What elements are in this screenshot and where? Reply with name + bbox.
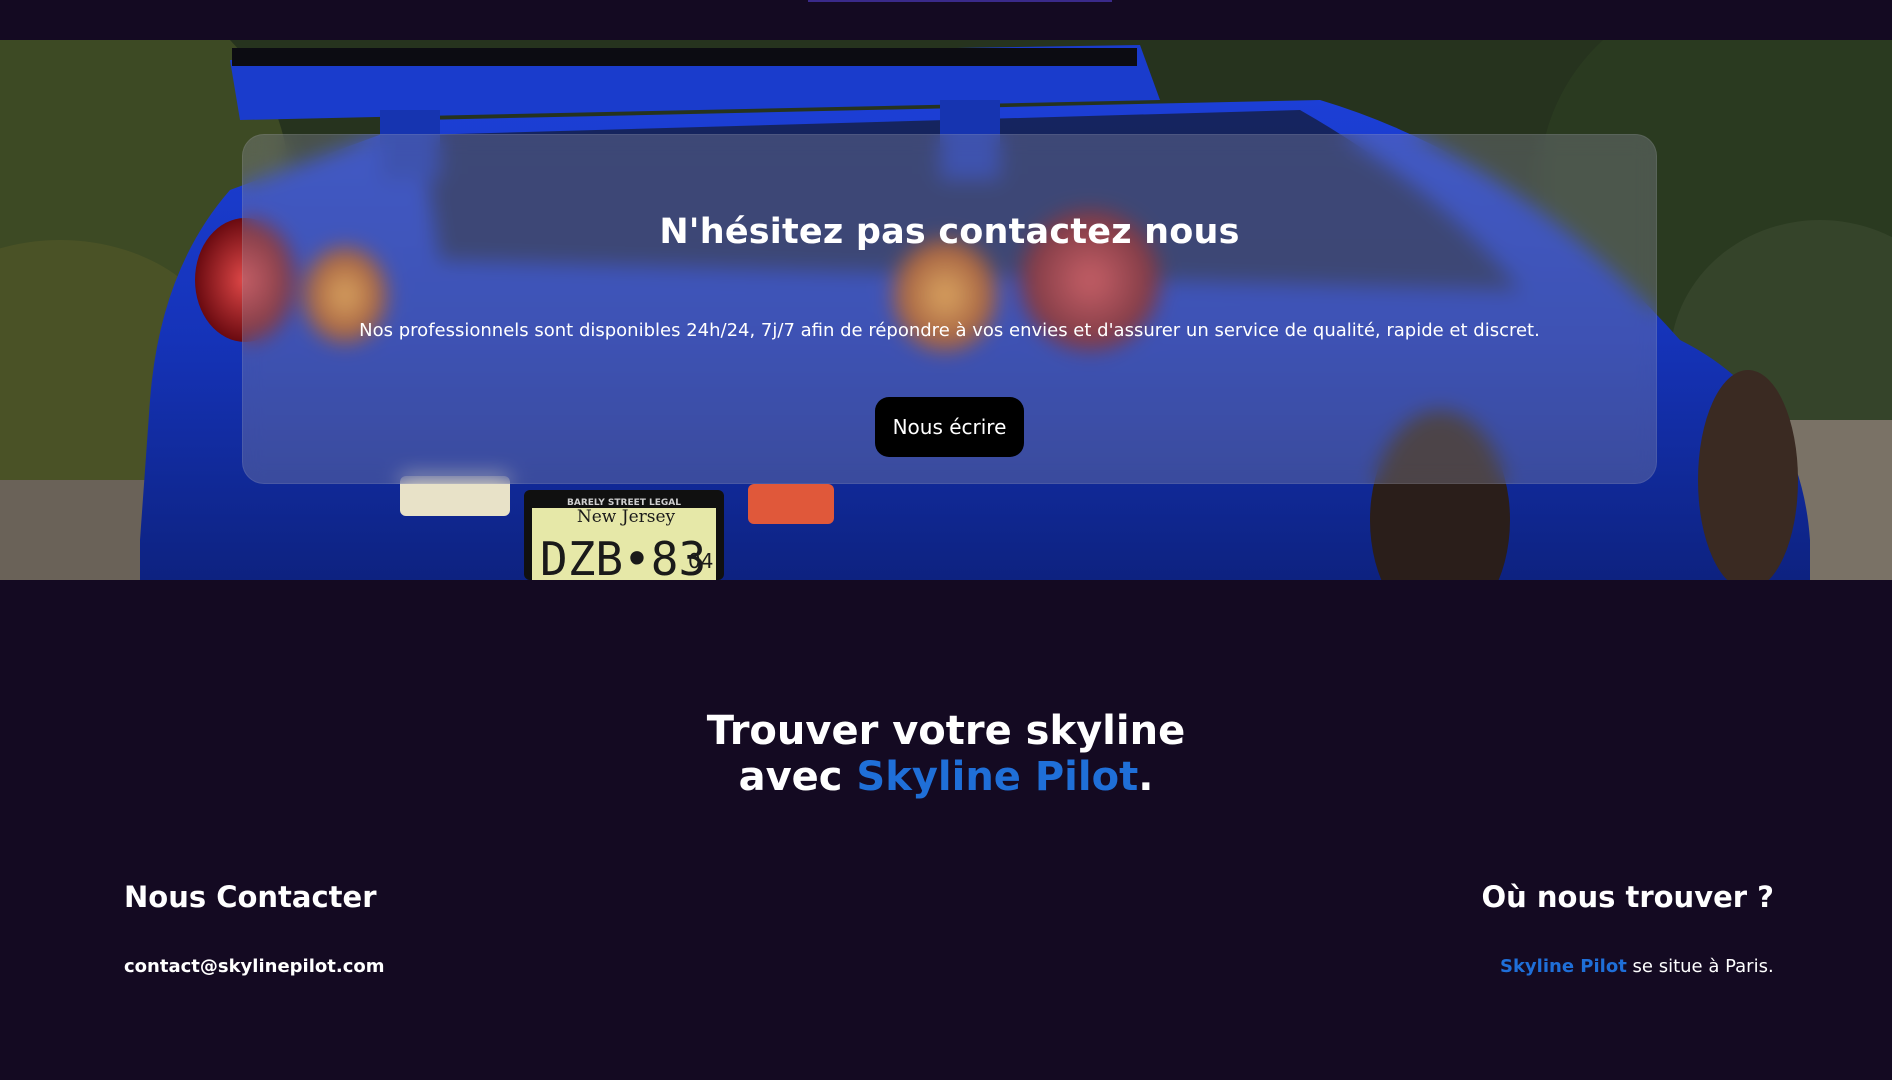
contact-email-link[interactable]: contact@skylinepilot.com bbox=[124, 956, 384, 977]
hero-description: Nos professionnels sont disponibles 24h/… bbox=[359, 320, 1540, 341]
slogan-line2-prefix: avec bbox=[738, 754, 857, 800]
write-us-button[interactable]: Nous écrire bbox=[875, 397, 1024, 457]
plate-state: New Jersey bbox=[577, 507, 676, 527]
location-suffix: se situe à Paris. bbox=[1626, 956, 1774, 977]
slogan-heading: Trouver votre skyline avec Skyline Pilot… bbox=[0, 708, 1892, 800]
contact-heading: Nous Contacter bbox=[124, 880, 377, 914]
plate-number: DZB•83 bbox=[540, 532, 706, 580]
location-brand: Skyline Pilot bbox=[1500, 956, 1627, 977]
navbar-accent-line bbox=[808, 0, 1112, 2]
location-heading: Où nous trouver ? bbox=[1481, 880, 1775, 914]
location-text: Skyline Pilot se situe à Paris. bbox=[1500, 956, 1774, 977]
slogan-line2-suffix: . bbox=[1138, 754, 1154, 800]
top-navbar bbox=[0, 0, 1892, 40]
slogan-brand: Skyline Pilot bbox=[856, 754, 1139, 800]
slogan-line1: Trouver votre skyline bbox=[706, 708, 1186, 754]
hero-title: N'hésitez pas contactez nous bbox=[659, 212, 1240, 252]
plate-suffix: 04 bbox=[688, 549, 713, 573]
